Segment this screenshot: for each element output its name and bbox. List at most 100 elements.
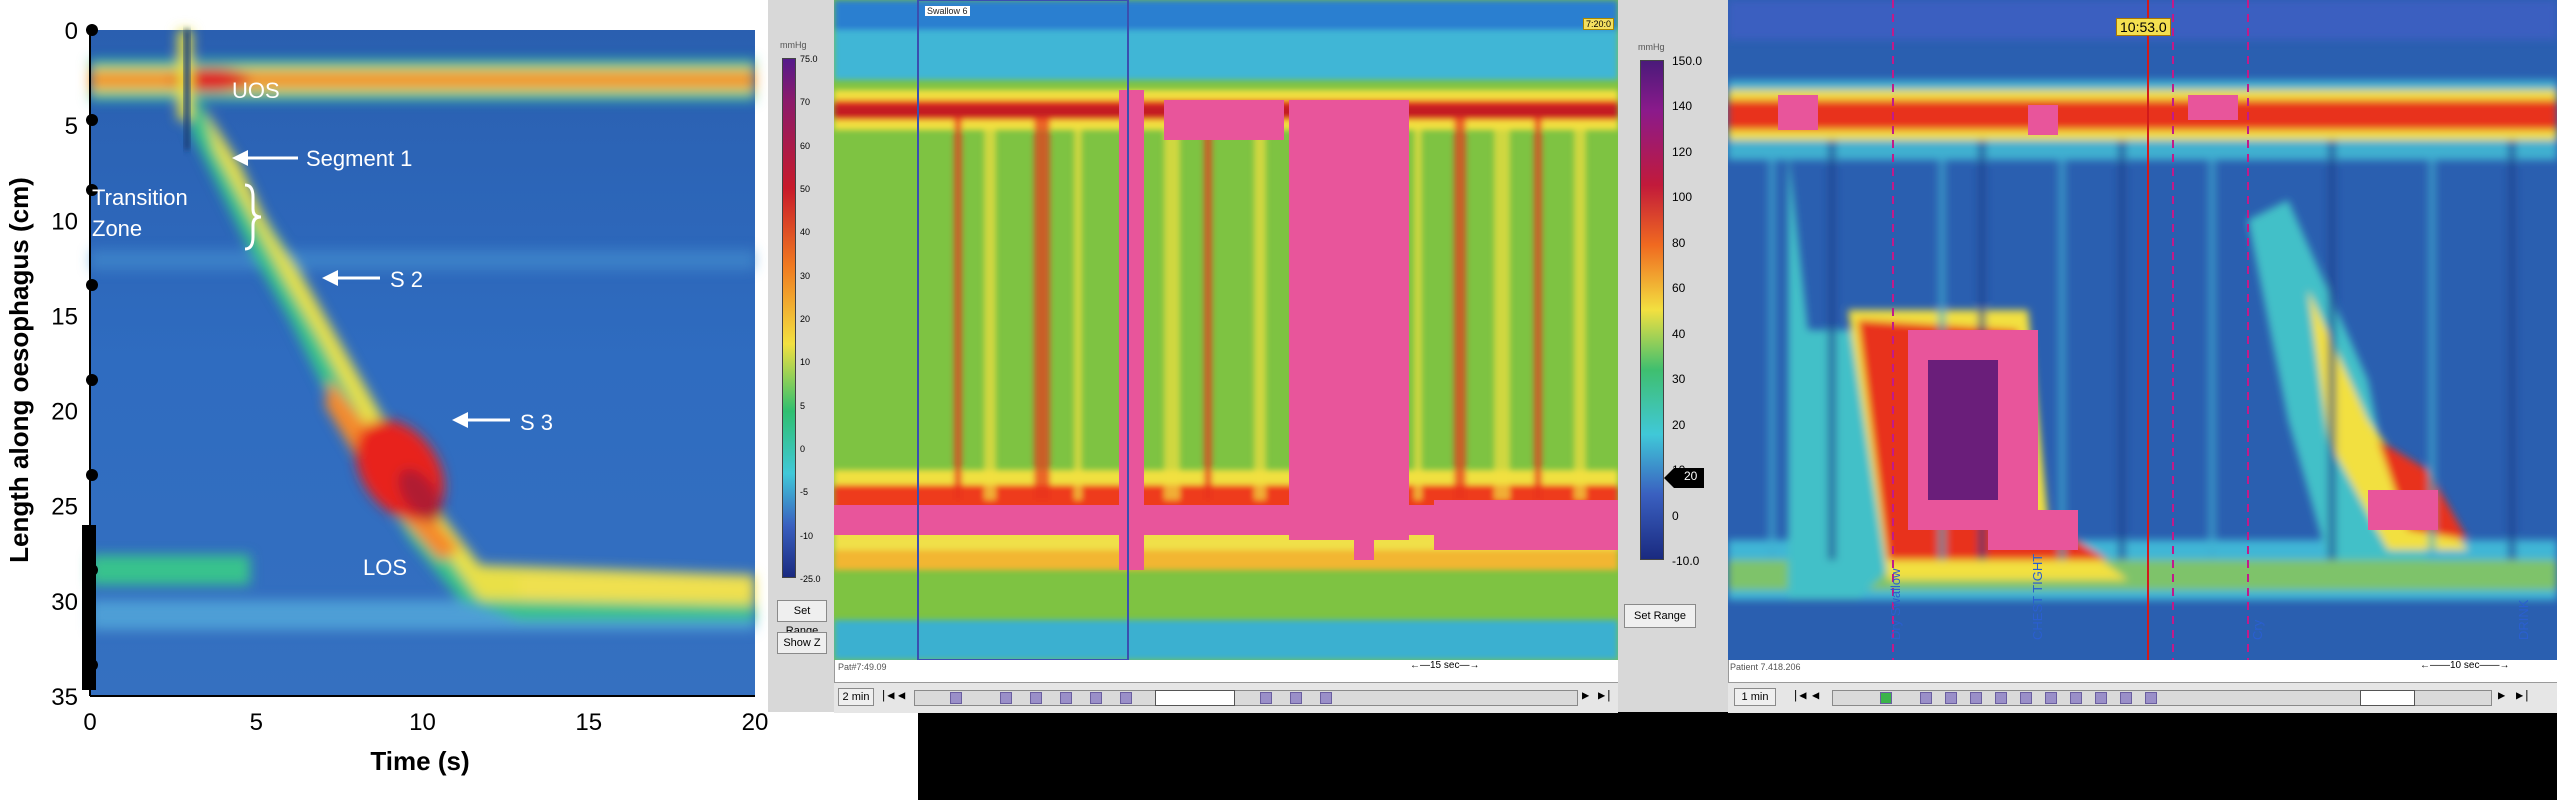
event-label: Dry Swallow — [1888, 568, 1903, 640]
colorbar-tick-c: 40 — [1672, 326, 1686, 341]
event-chip[interactable] — [2045, 692, 2057, 704]
pressure-stripe — [954, 120, 962, 500]
colorbar-tick-c: -10.0 — [1672, 554, 1700, 568]
patient-label-c: Patient 7.418.206 — [1730, 662, 1801, 672]
colorbar-tick-c: 60 — [1672, 281, 1686, 296]
show-z-button[interactable]: Show Z — [777, 632, 827, 654]
panel-a: 0 5 10 15 20 25 30 35 0 5 10 15 20 Length along oes… — [0, 0, 770, 800]
timeline-scrollbar-b[interactable] — [914, 690, 1578, 706]
heatmap-c — [1728, 0, 2557, 660]
event-chip[interactable] — [1995, 692, 2007, 704]
pointer-value-c: 20 — [1684, 469, 1698, 483]
event-chip[interactable] — [1320, 692, 1332, 704]
colorbar-tick-c: 0 — [1672, 508, 1679, 523]
colorbar-tick-b: 30 — [800, 270, 811, 281]
y-tick-label: 25 — [51, 494, 78, 521]
scale-text-c: 10 sec — [2450, 660, 2480, 671]
pressure-stripe — [1574, 120, 1586, 500]
unit-label-b: mmHg — [780, 40, 807, 50]
event-chip[interactable] — [1880, 692, 1892, 704]
y-axis-label: Length along oesophagus (cm) — [4, 177, 34, 563]
event-chip[interactable] — [2095, 692, 2107, 704]
x-tick-label: 15 — [575, 709, 602, 736]
pressure-stripe — [2508, 140, 2516, 560]
event-chip[interactable] — [1060, 692, 1072, 704]
patient-label-b: Pat#7:49.09 — [838, 662, 887, 672]
colorbar-tick-b: 20 — [800, 314, 811, 324]
nav-last-c[interactable]: ▶| — [2516, 688, 2530, 703]
time-marker-c: 10:53.0 — [2116, 18, 2171, 36]
pressure-stripe — [1414, 120, 1422, 500]
pressure-stripe — [1768, 140, 1776, 560]
event-chip[interactable] — [2020, 692, 2032, 704]
label-transition-1: Transition — [92, 185, 188, 210]
y-tick-label: 30 — [51, 589, 78, 616]
label-uos: UOS — [232, 78, 280, 103]
black-strip — [918, 712, 2557, 800]
scale-text-b: 15 sec — [1430, 660, 1460, 671]
nav-first-c[interactable]: |◀ — [1792, 688, 1806, 703]
pressure-stripe — [2208, 140, 2216, 560]
label-s3: S 3 — [520, 410, 553, 435]
colorbar-tick-b: -10 — [800, 530, 814, 541]
event-chip[interactable] — [2120, 692, 2132, 704]
event-chip[interactable] — [1920, 692, 1932, 704]
event-label: DRINK — [2516, 599, 2531, 640]
event-chip[interactable] — [950, 692, 962, 704]
scroll-thumb-c[interactable] — [2360, 690, 2415, 706]
nav-last-b[interactable]: ▶| — [1598, 688, 1612, 703]
colorbar-tick-b: -5 — [800, 487, 809, 498]
nav-prev-c[interactable]: ◀ — [1812, 688, 1819, 703]
scale-bar-b: ←—15 sec—→ — [1410, 660, 1480, 671]
pressure-stripe — [2328, 140, 2336, 560]
event-chip[interactable] — [1945, 692, 1957, 704]
event-chip[interactable] — [1030, 692, 1042, 704]
x-axis-label: Time (s) — [370, 746, 469, 776]
y-tick-label: 20 — [51, 399, 78, 426]
nav-next-c[interactable]: ▶ — [2498, 688, 2505, 703]
event-label: Cry — [2250, 619, 2265, 640]
colorbar-tick-b: 50 — [800, 184, 811, 194]
pressure-stripe — [1828, 140, 1836, 560]
label-segment1: Segment 1 — [306, 146, 412, 171]
event-chip[interactable] — [1260, 692, 1272, 704]
scroll-thumb-b[interactable] — [1155, 690, 1235, 706]
colorbar-tick-b: 10 — [800, 357, 811, 368]
scale-bar-c: ←——10 sec——→ — [2420, 660, 2510, 671]
x-tick-label: 20 — [742, 709, 769, 736]
zoom-button-c[interactable]: 1 min — [1734, 688, 1776, 706]
pressure-stripe — [1534, 120, 1542, 500]
nav-next-b[interactable]: ▶ — [1582, 688, 1589, 703]
event-chip[interactable] — [1090, 692, 1102, 704]
colorbar-tick-c: 30 — [1672, 372, 1686, 387]
event-chip[interactable] — [1000, 692, 1012, 704]
set-range-button-b[interactable]: Set Range — [777, 600, 827, 637]
pressure-stripe — [1204, 120, 1212, 500]
zoom-button-b[interactable]: 2 min — [838, 688, 874, 706]
unit-label-c: mmHg — [1638, 42, 1665, 52]
y-tick-label: 35 — [51, 684, 78, 711]
pressure-stripe — [1494, 120, 1510, 500]
pressure-stripe — [1164, 120, 1180, 500]
x-tick-label: 5 — [250, 709, 263, 736]
set-range-button-c[interactable]: Set Range — [1624, 604, 1696, 628]
pressure-stripe — [1454, 120, 1466, 500]
event-chip[interactable] — [2145, 692, 2157, 704]
colorbar-tick-b: 5 — [800, 400, 806, 411]
y-tick-label: 10 — [51, 208, 78, 235]
nav-first-b[interactable]: |◀ — [880, 688, 894, 703]
colorbar-c — [1640, 60, 1664, 560]
y-tick-label: 5 — [65, 113, 78, 140]
colorbar-tick-c: 100 — [1672, 190, 1693, 205]
event-chip[interactable] — [1120, 692, 1132, 704]
x-tick-label: 10 — [409, 709, 436, 736]
colorbar-tick-c: 80 — [1672, 235, 1686, 250]
event-chip[interactable] — [1290, 692, 1302, 704]
swallow-label: Swallow 6 — [925, 6, 970, 16]
pressure-stripe — [1034, 120, 1050, 500]
y-tick-label: 0 — [65, 18, 78, 45]
nav-prev-b[interactable]: ◀ — [898, 688, 905, 703]
event-chip[interactable] — [2070, 692, 2082, 704]
event-chip[interactable] — [1970, 692, 1982, 704]
colorbar-tick-b: -25.0 — [800, 574, 821, 584]
